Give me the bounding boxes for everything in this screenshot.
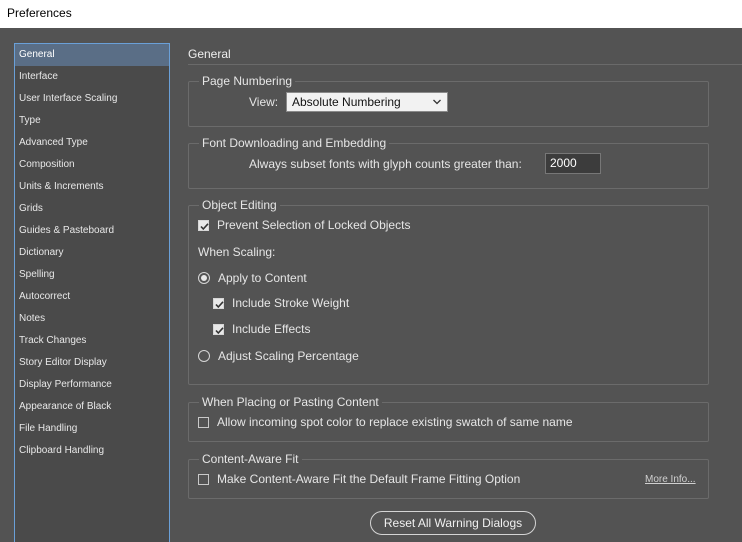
view-label: View: <box>249 95 279 109</box>
heading-divider <box>188 64 742 65</box>
include-effects-checkbox[interactable] <box>213 324 224 335</box>
sidebar-item-units-increments[interactable]: Units & Increments <box>15 176 169 198</box>
sidebar-item-appearance-of-black[interactable]: Appearance of Black <box>15 396 169 418</box>
checkmark-icon <box>215 301 224 309</box>
object-editing-title: Object Editing <box>199 198 280 212</box>
sidebar-item-grids[interactable]: Grids <box>15 198 169 220</box>
font-downloading-title: Font Downloading and Embedding <box>199 136 390 150</box>
sidebar-item-composition[interactable]: Composition <box>15 154 169 176</box>
spot-color-checkbox[interactable] <box>198 417 209 428</box>
sidebar-item-general[interactable]: General <box>15 44 169 66</box>
include-effects-label: Include Effects <box>232 322 311 336</box>
placing-title: When Placing or Pasting Content <box>199 395 382 409</box>
sidebar-item-user-interface-scaling[interactable]: User Interface Scaling <box>15 88 169 110</box>
sidebar-item-track-changes[interactable]: Track Changes <box>15 330 169 352</box>
include-stroke-checkbox[interactable] <box>213 298 224 309</box>
apply-to-content-radio[interactable] <box>198 272 210 284</box>
chevron-down-icon <box>433 99 441 105</box>
apply-to-content-label: Apply to Content <box>218 271 307 285</box>
view-dropdown-value: Absolute Numbering <box>292 95 401 109</box>
page-title: General <box>188 47 231 61</box>
sidebar-item-autocorrect[interactable]: Autocorrect <box>15 286 169 308</box>
sidebar-item-spelling[interactable]: Spelling <box>15 264 169 286</box>
prevent-selection-checkbox[interactable] <box>198 220 209 231</box>
checkmark-icon <box>215 327 224 335</box>
sidebar-item-type[interactable]: Type <box>15 110 169 132</box>
more-info-link[interactable]: More Info... <box>645 474 696 485</box>
when-scaling-label: When Scaling: <box>198 245 276 259</box>
sidebar-item-story-editor-display[interactable]: Story Editor Display <box>15 352 169 374</box>
sidebar-item-clipboard-handling[interactable]: Clipboard Handling <box>15 440 169 462</box>
page-numbering-title: Page Numbering <box>199 74 296 88</box>
reset-warning-dialogs-button[interactable]: Reset All Warning Dialogs <box>370 511 536 535</box>
sidebar-item-interface[interactable]: Interface <box>15 66 169 88</box>
sidebar-item-advanced-type[interactable]: Advanced Type <box>15 132 169 154</box>
content-aware-title: Content-Aware Fit <box>199 452 302 466</box>
view-dropdown[interactable]: Absolute Numbering <box>286 92 448 112</box>
sidebar-item-file-handling[interactable]: File Handling <box>15 418 169 440</box>
sidebar-item-display-performance[interactable]: Display Performance <box>15 374 169 396</box>
adjust-scaling-radio[interactable] <box>198 350 210 362</box>
sidebar-item-dictionary[interactable]: Dictionary <box>15 242 169 264</box>
include-stroke-label: Include Stroke Weight <box>232 296 350 310</box>
glyph-count-input[interactable]: 2000 <box>545 153 601 174</box>
prevent-selection-label: Prevent Selection of Locked Objects <box>217 218 411 232</box>
subset-fonts-label: Always subset fonts with glyph counts gr… <box>249 157 522 171</box>
sidebar-item-notes[interactable]: Notes <box>15 308 169 330</box>
spot-color-label: Allow incoming spot color to replace exi… <box>217 415 573 429</box>
window-titlebar: Preferences <box>0 0 742 28</box>
adjust-scaling-label: Adjust Scaling Percentage <box>218 349 359 363</box>
preferences-category-list[interactable]: General Interface User Interface Scaling… <box>14 43 170 542</box>
content-aware-default-checkbox[interactable] <box>198 474 209 485</box>
content-aware-default-label: Make Content-Aware Fit the Default Frame… <box>217 472 521 486</box>
window-title: Preferences <box>7 6 72 20</box>
sidebar-item-guides-pasteboard[interactable]: Guides & Pasteboard <box>15 220 169 242</box>
checkmark-icon <box>200 223 209 231</box>
